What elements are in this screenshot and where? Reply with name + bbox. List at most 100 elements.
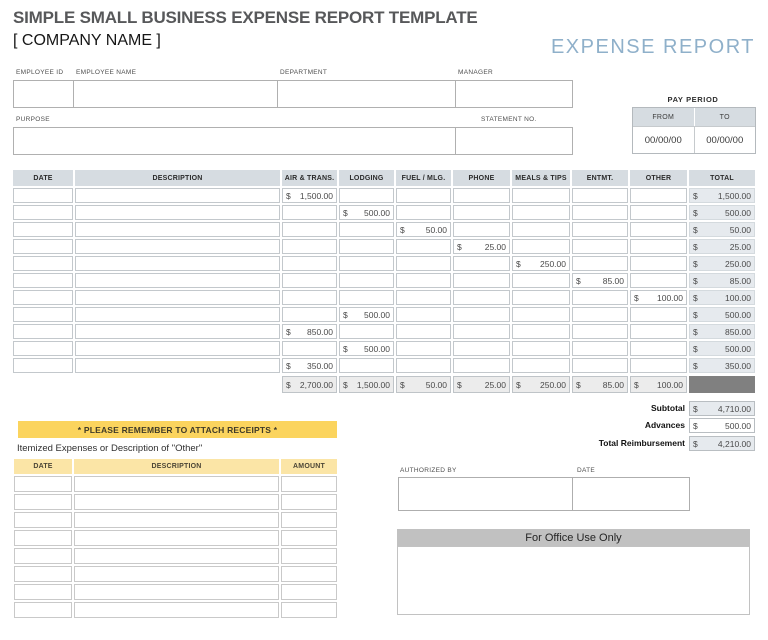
expense-cell-description[interactable] xyxy=(75,256,280,271)
expense-cell-total[interactable]: $85.00 xyxy=(689,273,755,288)
expense-cell-description[interactable] xyxy=(75,222,280,237)
column-total-other[interactable]: $100.00 xyxy=(630,376,687,393)
itemized-cell-date[interactable] xyxy=(14,602,72,618)
itemized-cell-amount[interactable] xyxy=(281,602,337,618)
expense-cell-lodging[interactable] xyxy=(339,188,394,203)
expense-cell-phone[interactable] xyxy=(453,358,510,373)
itemized-cell-date[interactable] xyxy=(14,494,72,510)
expense-cell-phone[interactable] xyxy=(453,273,510,288)
expense-cell-date[interactable] xyxy=(13,273,73,288)
itemized-cell-amount[interactable] xyxy=(281,548,337,564)
expense-cell-total[interactable]: $50.00 xyxy=(689,222,755,237)
itemized-cell-amount[interactable] xyxy=(281,494,337,510)
itemized-cell-date[interactable] xyxy=(14,566,72,582)
itemized-cell-amount[interactable] xyxy=(281,566,337,582)
department-field[interactable] xyxy=(278,81,456,107)
expense-cell-air_trans[interactable] xyxy=(282,222,337,237)
expense-cell-total[interactable]: $500.00 xyxy=(689,341,755,356)
expense-cell-description[interactable] xyxy=(75,290,280,305)
total-reimbursement-value[interactable]: $ 4,210.00 xyxy=(689,436,755,451)
expense-cell-phone[interactable] xyxy=(453,205,510,220)
expense-cell-fuel_mlg[interactable] xyxy=(396,205,451,220)
expense-cell-air_trans[interactable] xyxy=(282,239,337,254)
expense-cell-phone[interactable]: $25.00 xyxy=(453,239,510,254)
office-use-area[interactable] xyxy=(397,546,750,615)
itemized-cell-date[interactable] xyxy=(14,476,72,492)
expense-cell-date[interactable] xyxy=(13,239,73,254)
expense-cell-description[interactable] xyxy=(75,341,280,356)
pay-period-to-value[interactable]: 00/00/00 xyxy=(695,127,756,153)
expense-cell-total[interactable]: $25.00 xyxy=(689,239,755,254)
column-total-fuel_mlg[interactable]: $50.00 xyxy=(396,376,451,393)
expense-cell-phone[interactable] xyxy=(453,222,510,237)
expense-cell-fuel_mlg[interactable] xyxy=(396,273,451,288)
expense-cell-air_trans[interactable] xyxy=(282,273,337,288)
expense-cell-air_trans[interactable] xyxy=(282,290,337,305)
expense-cell-fuel_mlg[interactable] xyxy=(396,307,451,322)
itemized-cell-amount[interactable] xyxy=(281,584,337,600)
expense-cell-lodging[interactable] xyxy=(339,256,394,271)
expense-cell-date[interactable] xyxy=(13,222,73,237)
expense-cell-meals_tips[interactable] xyxy=(512,307,570,322)
expense-cell-other[interactable] xyxy=(630,239,687,254)
itemized-cell-description[interactable] xyxy=(74,476,279,492)
expense-cell-meals_tips[interactable] xyxy=(512,205,570,220)
expense-cell-other[interactable] xyxy=(630,307,687,322)
column-total-air_trans[interactable]: $2,700.00 xyxy=(282,376,337,393)
expense-cell-fuel_mlg[interactable] xyxy=(396,324,451,339)
expense-cell-lodging[interactable] xyxy=(339,358,394,373)
itemized-cell-amount[interactable] xyxy=(281,530,337,546)
expense-cell-other[interactable] xyxy=(630,188,687,203)
expense-cell-fuel_mlg[interactable] xyxy=(396,188,451,203)
itemized-cell-description[interactable] xyxy=(74,584,279,600)
expense-cell-lodging[interactable] xyxy=(339,273,394,288)
expense-cell-meals_tips[interactable] xyxy=(512,324,570,339)
expense-cell-entmt[interactable]: $85.00 xyxy=(572,273,628,288)
expense-cell-total[interactable]: $850.00 xyxy=(689,324,755,339)
expense-cell-entmt[interactable] xyxy=(572,324,628,339)
expense-cell-fuel_mlg[interactable] xyxy=(396,341,451,356)
purpose-field[interactable] xyxy=(14,128,456,154)
expense-cell-description[interactable] xyxy=(75,188,280,203)
expense-cell-entmt[interactable] xyxy=(572,239,628,254)
expense-cell-lodging[interactable] xyxy=(339,324,394,339)
itemized-cell-description[interactable] xyxy=(74,494,279,510)
expense-cell-lodging[interactable] xyxy=(339,222,394,237)
expense-cell-entmt[interactable] xyxy=(572,256,628,271)
itemized-cell-description[interactable] xyxy=(74,530,279,546)
expense-cell-lodging[interactable]: $500.00 xyxy=(339,341,394,356)
expense-cell-meals_tips[interactable] xyxy=(512,341,570,356)
itemized-cell-date[interactable] xyxy=(14,584,72,600)
expense-cell-other[interactable] xyxy=(630,205,687,220)
expense-cell-other[interactable] xyxy=(630,324,687,339)
expense-cell-entmt[interactable] xyxy=(572,358,628,373)
expense-cell-phone[interactable] xyxy=(453,290,510,305)
expense-cell-date[interactable] xyxy=(13,358,73,373)
expense-cell-other[interactable] xyxy=(630,341,687,356)
itemized-cell-description[interactable] xyxy=(74,548,279,564)
expense-cell-air_trans[interactable] xyxy=(282,256,337,271)
expense-cell-air_trans[interactable] xyxy=(282,307,337,322)
column-total-lodging[interactable]: $1,500.00 xyxy=(339,376,394,393)
expense-cell-date[interactable] xyxy=(13,188,73,203)
subtotal-value[interactable]: $ 4,710.00 xyxy=(689,401,755,416)
expense-cell-lodging[interactable]: $500.00 xyxy=(339,307,394,322)
expense-cell-description[interactable] xyxy=(75,273,280,288)
expense-cell-lodging[interactable] xyxy=(339,239,394,254)
expense-cell-entmt[interactable] xyxy=(572,307,628,322)
column-total-entmt[interactable]: $85.00 xyxy=(572,376,628,393)
expense-cell-other[interactable] xyxy=(630,358,687,373)
expense-cell-entmt[interactable] xyxy=(572,205,628,220)
expense-cell-phone[interactable] xyxy=(453,256,510,271)
expense-cell-meals_tips[interactable] xyxy=(512,188,570,203)
company-name[interactable]: [ COMPANY NAME ] xyxy=(13,32,161,50)
employee-name-field[interactable] xyxy=(74,81,278,107)
expense-cell-air_trans[interactable] xyxy=(282,341,337,356)
expense-cell-fuel_mlg[interactable] xyxy=(396,256,451,271)
expense-cell-air_trans[interactable]: $350.00 xyxy=(282,358,337,373)
itemized-cell-amount[interactable] xyxy=(281,512,337,528)
expense-cell-phone[interactable] xyxy=(453,324,510,339)
expense-cell-other[interactable] xyxy=(630,273,687,288)
expense-cell-description[interactable] xyxy=(75,307,280,322)
expense-cell-description[interactable] xyxy=(75,324,280,339)
